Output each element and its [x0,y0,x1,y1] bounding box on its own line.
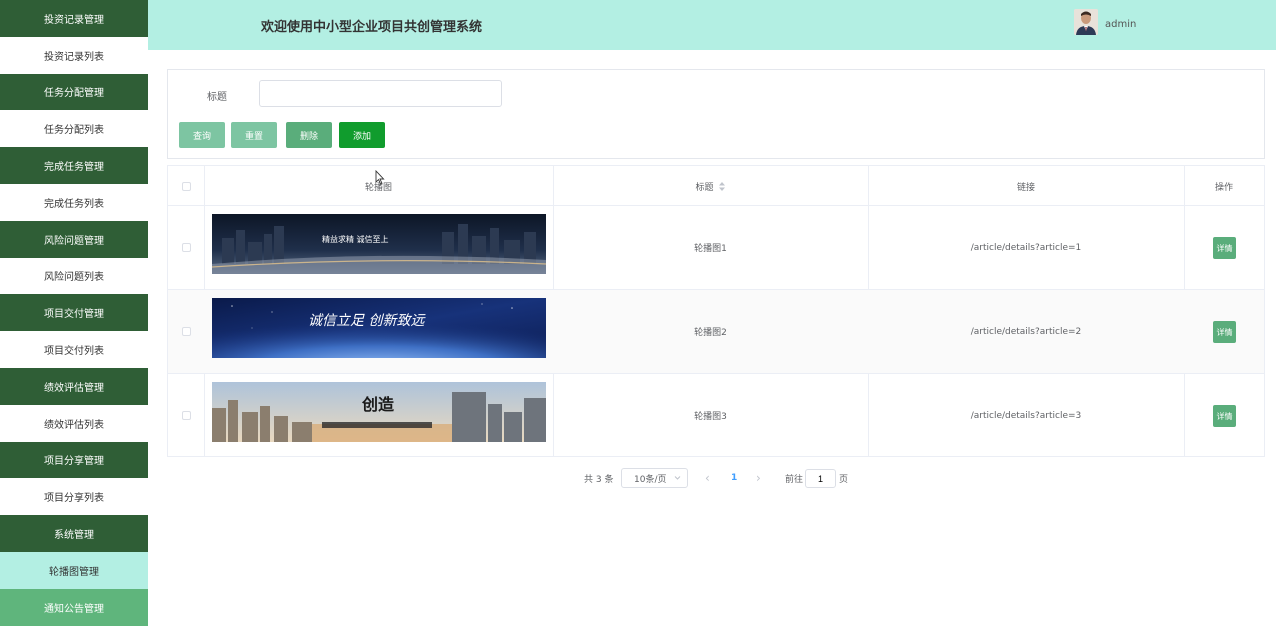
page-title: 欢迎使用中小型企业项目共创管理系统 [261,20,483,35]
table-header: 轮播图 标题 链接 操作 [168,166,1264,206]
sidebar-item-label: 投资记录列表 [44,51,104,63]
sidebar-item-label: 绩效评估管理 [44,382,104,394]
banner-text: 精益求精 诚信至上 [322,234,389,244]
carousel-table: 轮播图 标题 链接 操作 精益求精 诚信至上 轮播图1 /article/det… [167,165,1265,457]
banner-text: 创造 [361,395,395,414]
mouse-pointer-icon [375,170,385,185]
sidebar-item-carousel-management[interactable]: 轮播图管理 [0,551,148,589]
page-number-current[interactable]: 1 [731,468,737,488]
earth-glow-banner: 诚信立足 创新致远 [212,298,546,358]
row-link: /article/details?article=2 [970,326,1082,337]
query-button[interactable]: 查询 [179,122,225,148]
goto-label: 前往 [785,474,804,485]
row-title: 轮播图2 [694,328,727,338]
header: 欢迎使用中小型企业项目共创管理系统 admin [148,0,1276,50]
row-title: 轮播图1 [694,244,727,254]
sidebar-item-label: 项目分享列表 [44,493,104,505]
carousel-image-1: 精益求精 诚信至上 [212,214,546,274]
sidebar-item-sharing-management[interactable]: 项目分享管理 [0,441,148,479]
title-field-label: 标题 [207,92,227,103]
detail-button[interactable]: 详情 [1213,321,1236,343]
header-link: 链接 [1016,182,1035,193]
next-page-button[interactable]: › [756,468,761,488]
sidebar-item-completed-task-list[interactable]: 完成任务列表 [0,183,148,221]
sidebar-item-label: 轮播图管理 [49,566,99,578]
sidebar-item-label: 项目分享管理 [44,456,104,468]
sidebar-item-delivery-list[interactable]: 项目交付列表 [0,331,148,368]
row-checkbox[interactable] [181,327,191,336]
sidebar-item-task-assignment-list[interactable]: 任务分配列表 [0,110,148,148]
sidebar-item-label: 通知公告管理 [44,603,104,615]
sidebar-item-label: 风险问题列表 [44,272,104,284]
sidebar-item-label: 完成任务管理 [44,162,104,174]
add-button[interactable]: 添加 [339,122,385,148]
row-checkbox-cell [168,374,204,457]
sidebar-item-completed-task-management[interactable]: 完成任务管理 [0,147,148,184]
row-checkbox[interactable] [181,243,191,252]
sidebar-item-delivery-management[interactable]: 项目交付管理 [0,294,148,332]
user-avatar-icon [1074,9,1098,35]
sidebar: 投资记录管理 投资记录列表 任务分配管理 任务分配列表 完成任务管理 完成任务列… [0,0,148,629]
sidebar-item-label: 任务分配管理 [44,88,104,100]
goto-page-input[interactable] [805,469,836,488]
row-link: /article/details?article=3 [970,410,1082,421]
sidebar-item-sharing-list[interactable]: 项目分享列表 [0,478,148,516]
header-title[interactable]: 标题 [553,166,868,206]
table-row: 创造 轮播图3 /article/details?article=3 详情 [168,374,1264,458]
sidebar-item-risk-list[interactable]: 风险问题列表 [0,257,148,295]
row-link: /article/details?article=1 [970,242,1082,253]
avatar[interactable] [1074,9,1098,35]
city-day-banner: 创造 [212,382,546,442]
row-checkbox-cell [168,290,204,373]
chevron-down-icon [674,473,681,485]
sidebar-item-label: 完成任务列表 [44,198,104,210]
sidebar-item-investment-management[interactable]: 投资记录管理 [0,0,148,37]
select-all-checkbox[interactable] [181,181,191,191]
sidebar-item-notice-management[interactable]: 通知公告管理 [0,588,148,626]
pagination-total: 共 3 条 [584,474,614,485]
carousel-image-3: 创造 [212,382,546,442]
page-suffix: 页 [839,474,849,485]
row-checkbox[interactable] [181,411,191,420]
sidebar-item-label: 风险问题管理 [44,235,104,247]
delete-button[interactable]: 删除 [286,122,332,148]
sidebar-item-investment-list[interactable]: 投资记录列表 [0,36,148,74]
sidebar-item-label: 项目交付列表 [44,346,104,358]
table-row: 精益求精 诚信至上 轮播图1 /article/details?article=… [168,206,1264,290]
city-night-banner: 精益求精 诚信至上 [212,214,546,274]
prev-page-button[interactable]: ‹ [705,468,710,488]
header-checkbox-cell [168,166,204,206]
banner-text: 诚信立足 创新致远 [308,313,426,329]
page-size-value: 10条/页 [634,474,667,485]
header-action: 操作 [1214,182,1233,193]
sidebar-item-risk-management[interactable]: 风险问题管理 [0,220,148,258]
header-title-label: 标题 [695,182,714,193]
search-panel: 标题 查询 重置 删除 添加 [167,69,1265,159]
sidebar-item-label: 项目交付管理 [44,309,104,321]
row-title: 轮播图3 [694,412,727,422]
detail-button[interactable]: 详情 [1213,405,1236,427]
row-checkbox-cell [168,206,204,289]
sidebar-item-system-management[interactable]: 系统管理 [0,515,148,552]
sidebar-item-performance-management[interactable]: 绩效评估管理 [0,367,148,405]
sidebar-item-label: 投资记录管理 [44,14,104,26]
sidebar-item-label: 任务分配列表 [44,125,104,137]
sidebar-item-performance-list[interactable]: 绩效评估列表 [0,404,148,442]
carousel-image-2: 诚信立足 创新致远 [212,298,546,358]
sidebar-item-label: 绩效评估列表 [44,419,104,431]
sort-icon[interactable] [718,181,726,191]
title-search-input[interactable] [259,80,502,107]
detail-button[interactable]: 详情 [1213,237,1236,259]
reset-button[interactable]: 重置 [231,122,277,148]
table-row: 诚信立足 创新致远 轮播图2 /article/details?article=… [168,290,1264,374]
sidebar-item-label: 系统管理 [54,530,94,542]
username[interactable]: admin [1105,19,1136,30]
sidebar-item-task-assignment-management[interactable]: 任务分配管理 [0,73,148,111]
page-size-select[interactable]: 10条/页 [621,468,688,488]
